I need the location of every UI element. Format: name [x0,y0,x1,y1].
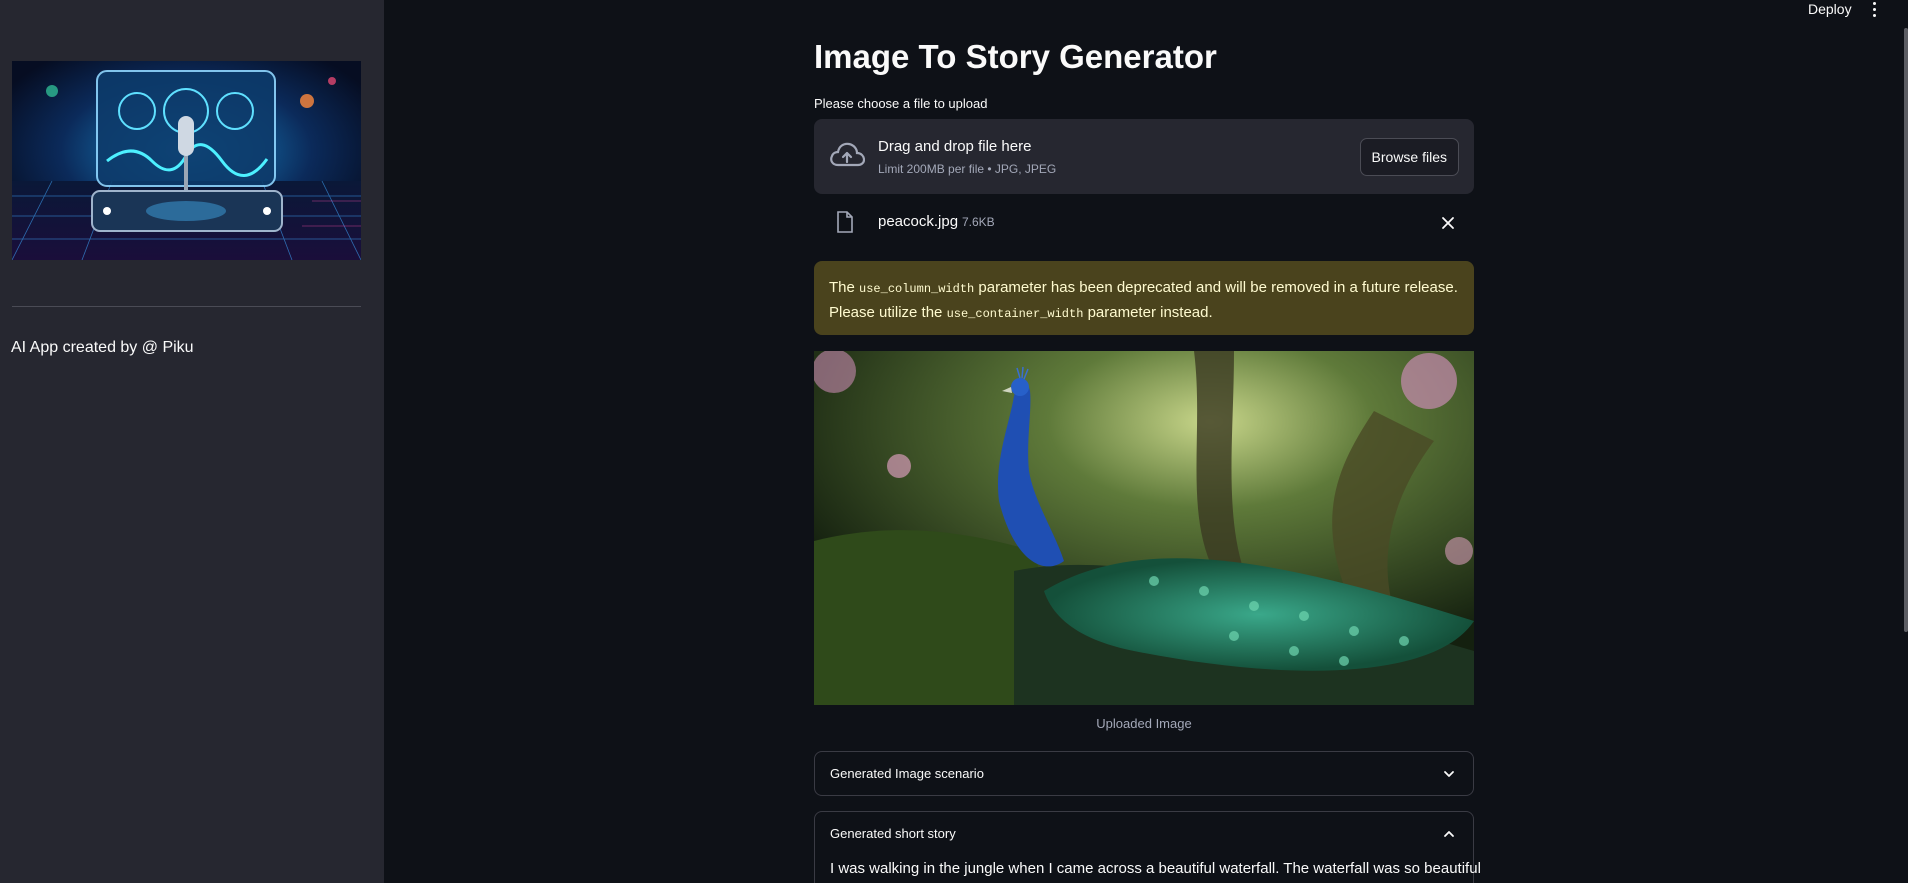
file-name: peacock.jpg [878,213,959,230]
scrollbar[interactable] [1904,28,1908,632]
short-story-text: I was walking in the jungle when I came … [830,860,1481,877]
page-title: Image To Story Generator [814,38,1217,75]
code-use-container-width: use_container_width [946,307,1084,321]
expander-title: Generated Image scenario [830,766,984,781]
upload-label: Please choose a file to upload [814,96,988,111]
main-menu-button[interactable] [1864,0,1884,18]
close-icon[interactable] [1441,216,1455,230]
uploaded-image [814,351,1474,705]
expander-title: Generated short story [830,826,956,841]
vertical-ellipsis-icon [1872,1,1876,5]
dropzone-title: Drag and drop file here [878,138,1032,155]
file-dropzone[interactable]: Drag and drop file here Limit 200MB per … [814,119,1474,194]
file-icon [837,211,853,233]
code-use-column-width: use_column_width [859,282,975,296]
sidebar: AI App created by @ Piku [0,0,384,883]
chevron-down-icon [1444,771,1454,777]
cloud-upload-icon [830,142,865,167]
expander-short-story[interactable]: Generated short story I was walking in t… [814,811,1481,883]
dropzone-limit: Limit 200MB per file • JPG, JPEG [878,162,1057,176]
browse-files-button[interactable]: Browse files [1359,138,1459,176]
file-size: 7.6KB [962,215,995,229]
image-caption: Uploaded Image [1096,716,1192,731]
sidebar-image [12,61,361,260]
deploy-button[interactable]: Deploy [1808,0,1852,17]
expander-image-scenario[interactable]: Generated Image scenario [814,751,1474,796]
deprecation-warning: The use_column_width parameter has been … [814,261,1474,335]
sidebar-divider [12,306,361,307]
uploaded-file: peacock.jpg 7.6KB [814,208,1474,238]
chevron-up-icon [1444,831,1454,837]
sidebar-credit: AI App created by @ Piku [11,339,194,356]
